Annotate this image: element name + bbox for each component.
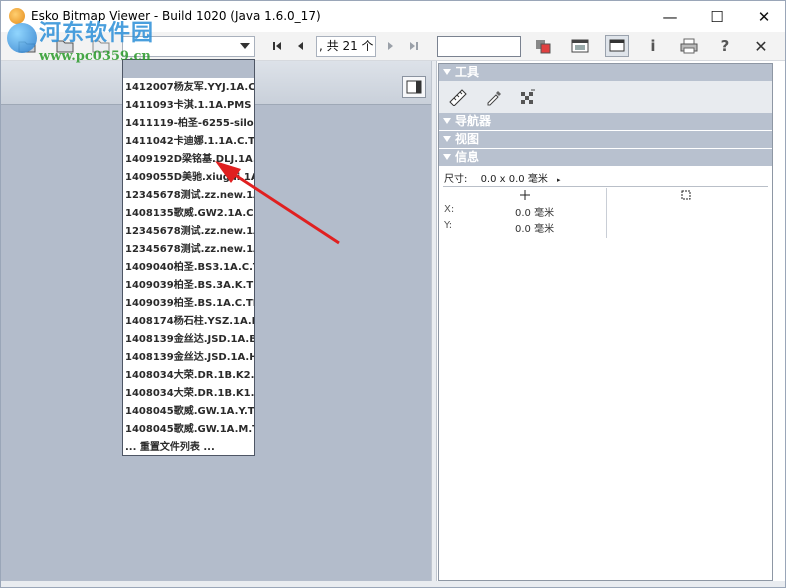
search-field[interactable]	[437, 36, 521, 57]
info-divider	[443, 186, 768, 187]
reset-file-list-item[interactable]: ... 重置文件列表 ...	[125, 439, 254, 455]
next-page-icon	[388, 42, 393, 50]
y-value: 0.0 毫米	[515, 224, 555, 235]
list-item[interactable]: 1409055D美驰.xiugai.1A	[125, 169, 254, 187]
first-page-button[interactable]	[265, 35, 289, 57]
list-item[interactable]: 1408045歌威.GW.1A.M.TIF	[125, 421, 254, 439]
previous-page-button[interactable]	[288, 35, 312, 57]
list-item[interactable]: 12345678测试.zz.new.1A	[125, 241, 254, 259]
list-item[interactable]: 1408139金丝达.JSD.1A.HI	[125, 349, 254, 367]
first-page-icon	[273, 42, 281, 50]
pattern-tool-button[interactable]	[517, 87, 539, 107]
chevron-down-icon	[240, 43, 250, 49]
eyedropper-tool-button[interactable]	[483, 87, 505, 107]
printer-icon	[680, 38, 698, 54]
list-item[interactable]: 1409040柏圣.BS3.1A.C.TIF	[125, 259, 254, 277]
x-label: X:	[444, 204, 455, 215]
size-value: 0.0 x 0.0 毫米	[480, 174, 548, 185]
next-page-button[interactable]	[379, 35, 403, 57]
list-item[interactable]: 1409039柏圣.BS.1A.C.TIF	[125, 295, 254, 313]
size-label: 尺寸:	[444, 174, 468, 185]
tools-header-label: 工具	[455, 65, 480, 79]
watermark-name: 河东软件园	[39, 20, 155, 46]
navigator-header-label: 导航器	[455, 114, 492, 128]
panel-toggle-button[interactable]	[605, 35, 629, 57]
separations-icon	[536, 40, 551, 54]
x-value: 0.0 毫米	[515, 208, 555, 219]
preview-window-button[interactable]	[568, 35, 592, 57]
watermark-logo	[7, 23, 37, 53]
last-page-button[interactable]	[402, 35, 426, 57]
viewer-panel-button[interactable]	[402, 76, 426, 98]
watermark-url: www.pc0359.cn	[39, 49, 151, 64]
crop-marks-icon	[681, 190, 691, 200]
previous-page-icon	[298, 42, 303, 50]
list-item[interactable]: 1411119-柏圣-6255-siloe	[125, 115, 254, 133]
list-item[interactable]: 1408045歌威.GW.1A.Y.TIF	[125, 403, 254, 421]
eyedropper-icon	[487, 91, 501, 106]
sidebar-toggle-icon	[406, 80, 422, 94]
ruler-tool-button[interactable]	[447, 87, 469, 107]
list-item[interactable]: 1408174杨石柱.YSZ.1A.P	[125, 313, 254, 331]
color-separations-button[interactable]	[531, 35, 555, 57]
info-column-divider	[606, 188, 607, 238]
list-item[interactable]: 1411093卡淇.1.1A.PMS 7	[125, 97, 254, 115]
info-header-label: 信息	[455, 150, 480, 164]
list-item[interactable]: 1408139金丝达.JSD.1A.B	[125, 331, 254, 349]
list-item[interactable]: 1412007杨友军.YYJ.1A.C.TIF	[125, 79, 254, 97]
info-section-header[interactable]: 信息	[439, 149, 772, 166]
collapse-triangle-icon	[443, 154, 451, 160]
list-item[interactable]: 1408135歌威.GW2.1A.C.TIF	[125, 205, 254, 223]
app-window: Esko Bitmap Viewer - Build 1020 (Java 1.…	[0, 0, 786, 588]
minimize-button[interactable]: —	[648, 1, 692, 32]
list-item[interactable]: 1408034大荣.DR.1B.K1.TIF	[125, 385, 254, 403]
print-button[interactable]	[677, 35, 701, 57]
list-item[interactable]: 1409039柏圣.BS.3A.K.TIF	[125, 277, 254, 295]
side-panel: 工具 导航器 视图 信息 尺寸: 0.0 x 0.0 毫米 ▸ X: 0.0 毫…	[438, 63, 773, 581]
page-counter[interactable]: , 共 21 个	[316, 36, 376, 57]
collapse-triangle-icon	[443, 69, 451, 75]
checker-brush-icon	[521, 89, 535, 104]
list-item[interactable]: 1408034大荣.DR.1B.K2.TIF	[125, 367, 254, 385]
tools-section-header[interactable]: 工具	[439, 64, 772, 81]
help-button[interactable]: ?	[713, 35, 737, 57]
list-item[interactable]: 1409192D梁铭基.DLJ.1A.	[125, 151, 254, 169]
file-list-dropdown: 1412007杨友军.YYJ.1A.C.TIF 1411093卡淇.1.1A.P…	[122, 59, 255, 456]
ruler-icon	[449, 89, 467, 106]
tools-row	[439, 81, 772, 113]
panel-splitter[interactable]	[431, 61, 437, 587]
crosshair-icon	[520, 190, 530, 200]
view-header-label: 视图	[455, 132, 480, 146]
maximize-button[interactable]: ☐	[695, 1, 739, 32]
navigator-section-header[interactable]: 导航器	[439, 113, 772, 130]
view-section-header[interactable]: 视图	[439, 131, 772, 148]
y-label: Y:	[444, 220, 453, 231]
panel-icon	[609, 39, 625, 52]
caret-right-icon: ▸	[557, 176, 561, 184]
list-item[interactable]: 12345678测试.zz.new.1A	[125, 223, 254, 241]
bottom-border	[1, 581, 785, 587]
info-button[interactable]: i	[641, 35, 665, 57]
size-readout: 尺寸: 0.0 x 0.0 毫米 ▸	[444, 170, 561, 185]
app-logo-icon	[9, 8, 25, 24]
window-preview-icon	[571, 39, 589, 53]
window-close-button[interactable]: ✕	[742, 1, 785, 32]
close-document-button[interactable]: ✕	[749, 35, 773, 57]
list-item[interactable]: 12345678测试.zz.new.1A	[125, 187, 254, 205]
collapse-triangle-icon	[443, 136, 451, 142]
last-page-icon	[410, 42, 418, 50]
list-item[interactable]: 1411042卡迪娜.1.1A.C.TIF	[125, 133, 254, 151]
collapse-triangle-icon	[443, 118, 451, 124]
